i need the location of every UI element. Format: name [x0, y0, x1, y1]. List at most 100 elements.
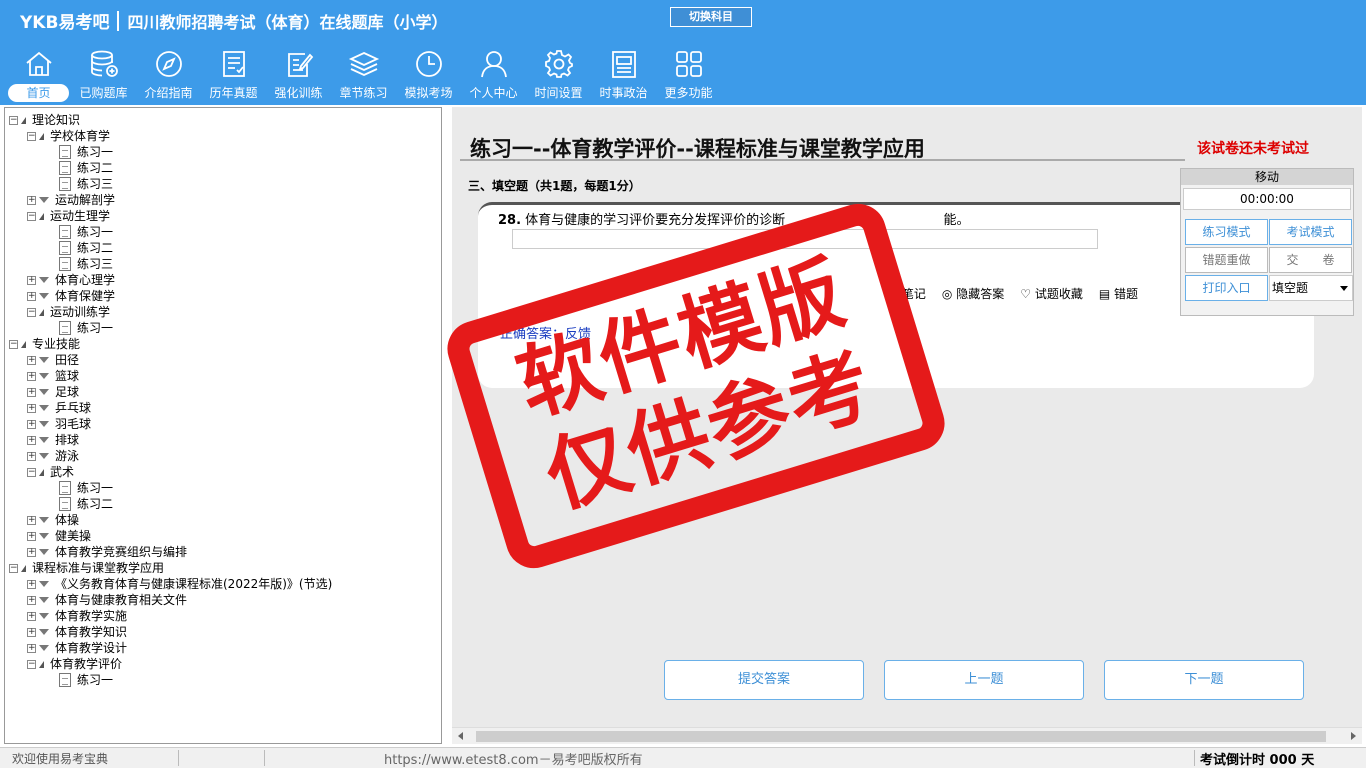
expand-icon[interactable]: + [27, 531, 36, 541]
folder-open-icon [39, 308, 44, 316]
collapse-icon[interactable]: − [27, 211, 36, 221]
collapse-icon[interactable]: − [27, 467, 36, 477]
scroll-thumb[interactable] [476, 731, 1326, 742]
tree-node[interactable]: + 篮球 [27, 368, 79, 384]
tree-node[interactable]: − 体育教学评价 [27, 656, 122, 672]
nav-home[interactable]: 首页 [6, 48, 71, 104]
tree-node[interactable]: + 体育教学知识 [27, 624, 127, 640]
tree-node[interactable]: − 课程标准与课堂教学应用 [9, 560, 164, 576]
tree-node[interactable]: − 运动训练学 [27, 304, 110, 320]
expand-icon[interactable]: + [27, 435, 36, 445]
practice-mode-button[interactable]: 练习模式 [1185, 219, 1268, 245]
expand-icon[interactable]: + [27, 387, 36, 397]
expand-icon[interactable]: + [27, 403, 36, 413]
nav-mock-exam[interactable]: 模拟考场 [396, 48, 461, 104]
tree-node[interactable]: + 排球 [27, 432, 79, 448]
nav-past-papers[interactable]: 历年真题 [201, 48, 266, 104]
tree-node[interactable]: + 体育心理学 [27, 272, 115, 288]
tree-node[interactable]: + 乒乓球 [27, 400, 91, 416]
tree-node[interactable]: + 体育教学设计 [27, 640, 127, 656]
tree-node[interactable]: + 体育与健康教育相关文件 [27, 592, 187, 608]
tree-leaf-item[interactable]: 练习一 [47, 320, 113, 336]
nav-guide[interactable]: 介绍指南 [136, 48, 201, 104]
collapse-icon[interactable]: − [27, 131, 36, 141]
nav-current-affairs[interactable]: 时事政治 [591, 48, 656, 104]
tree-leaf-item[interactable]: 练习三 [47, 256, 113, 272]
collapse-icon[interactable]: − [9, 563, 18, 573]
tree-leaf-item[interactable]: 练习二 [47, 160, 113, 176]
horizontal-scrollbar[interactable] [452, 727, 1362, 744]
tree-node[interactable]: − 学校体育学 [27, 128, 110, 144]
exam-countdown: 考试倒计时 000 天 [1200, 753, 1315, 768]
hide-answer-link[interactable]: ◎ 隐藏答案 [942, 285, 1004, 302]
expand-icon[interactable]: + [27, 515, 36, 525]
nav-chapter[interactable]: 章节练习 [331, 48, 396, 104]
expand-icon[interactable]: + [27, 195, 36, 205]
nav-more[interactable]: 更多功能 [656, 48, 721, 104]
submit-answer-button[interactable]: 提交答案 [664, 660, 864, 700]
tree-node[interactable]: − 理论知识 [9, 112, 80, 128]
nav-intensive[interactable]: 强化训练 [266, 48, 331, 104]
expand-icon[interactable]: + [27, 291, 36, 301]
redo-wrong-button[interactable]: 错题重做 [1185, 247, 1268, 273]
expand-icon[interactable]: + [27, 371, 36, 381]
tree-node[interactable]: + 体育教学实施 [27, 608, 127, 624]
tree-leaf-item[interactable]: 练习一 [47, 144, 113, 160]
expand-icon[interactable]: + [27, 451, 36, 461]
expand-icon[interactable]: + [27, 595, 36, 605]
expand-icon[interactable]: + [27, 275, 36, 285]
tree-node[interactable]: + 健美操 [27, 528, 91, 544]
collapse-icon[interactable]: − [27, 659, 36, 669]
collapse-icon[interactable]: − [27, 307, 36, 317]
tree-label: 练习二 [77, 161, 114, 175]
tree-node[interactable]: + 体育教学竞赛组织与编排 [27, 544, 187, 560]
tree-leaf-item[interactable]: 练习二 [47, 496, 113, 512]
favorite-link[interactable]: ♡ 试题收藏 [1020, 285, 1083, 302]
tree-node[interactable]: + 体操 [27, 512, 79, 528]
heart-icon: ♡ [1020, 287, 1031, 301]
tree-node[interactable]: − 武术 [27, 464, 74, 480]
exam-mode-button[interactable]: 考试模式 [1269, 219, 1352, 245]
expand-icon[interactable]: + [27, 419, 36, 429]
tree-leaf-item[interactable]: 练习二 [47, 240, 113, 256]
scroll-right-icon[interactable] [1351, 732, 1356, 740]
expand-icon[interactable]: + [27, 547, 36, 557]
tree-node[interactable]: − 专业技能 [9, 336, 80, 352]
collapse-icon[interactable]: − [9, 339, 18, 349]
tree-node[interactable]: + 运动解剖学 [27, 192, 115, 208]
wrong-question-link[interactable]: ▤ 错题 [1099, 285, 1138, 302]
tree-leaf-item[interactable]: 练习一 [47, 224, 113, 240]
submit-paper-button[interactable]: 交 卷 [1269, 247, 1352, 273]
mode-panel-move-handle[interactable]: 移动 [1181, 169, 1353, 185]
tree-node[interactable]: + 田径 [27, 352, 79, 368]
tree-label: 专业技能 [32, 337, 81, 351]
nav-purchased[interactable]: 已购题库 [71, 48, 136, 104]
tree-node[interactable]: − 运动生理学 [27, 208, 110, 224]
expand-icon[interactable]: + [27, 643, 36, 653]
tree-node[interactable]: + 羽毛球 [27, 416, 91, 432]
tree-node[interactable]: + 体育保健学 [27, 288, 115, 304]
nav-time-settings[interactable]: 时间设置 [526, 48, 591, 104]
tree-leaf-item[interactable]: 练习一 [47, 672, 113, 688]
document-icon [59, 225, 71, 239]
expand-icon[interactable]: + [27, 355, 36, 365]
expand-icon[interactable]: + [27, 627, 36, 637]
scroll-left-icon[interactable] [458, 732, 463, 740]
mode-panel: 移动 00:00:00 练习模式 考试模式 错题重做 交 卷 打印入口 填空题 [1180, 168, 1354, 316]
tree-label: 练习一 [77, 673, 114, 687]
next-question-button[interactable]: 下一题 [1104, 660, 1304, 700]
nav-profile[interactable]: 个人中心 [461, 48, 526, 104]
collapse-icon[interactable]: − [9, 115, 18, 125]
question-type-select[interactable]: 填空题 [1269, 275, 1353, 301]
tree-node[interactable]: + 《义务教育体育与健康课程标准(2022年版)》(节选) [27, 576, 332, 592]
expand-icon[interactable]: + [27, 611, 36, 621]
expand-icon[interactable]: + [27, 579, 36, 589]
tree-node[interactable]: + 游泳 [27, 448, 79, 464]
tree-leaf-item[interactable]: 练习三 [47, 176, 113, 192]
folder-closed-icon [39, 645, 49, 651]
tree-leaf-item[interactable]: 练习一 [47, 480, 113, 496]
print-entry-button[interactable]: 打印入口 [1185, 275, 1268, 301]
switch-subject-button[interactable]: 切换科目 [670, 7, 752, 27]
prev-question-button[interactable]: 上一题 [884, 660, 1084, 700]
tree-node[interactable]: + 足球 [27, 384, 79, 400]
